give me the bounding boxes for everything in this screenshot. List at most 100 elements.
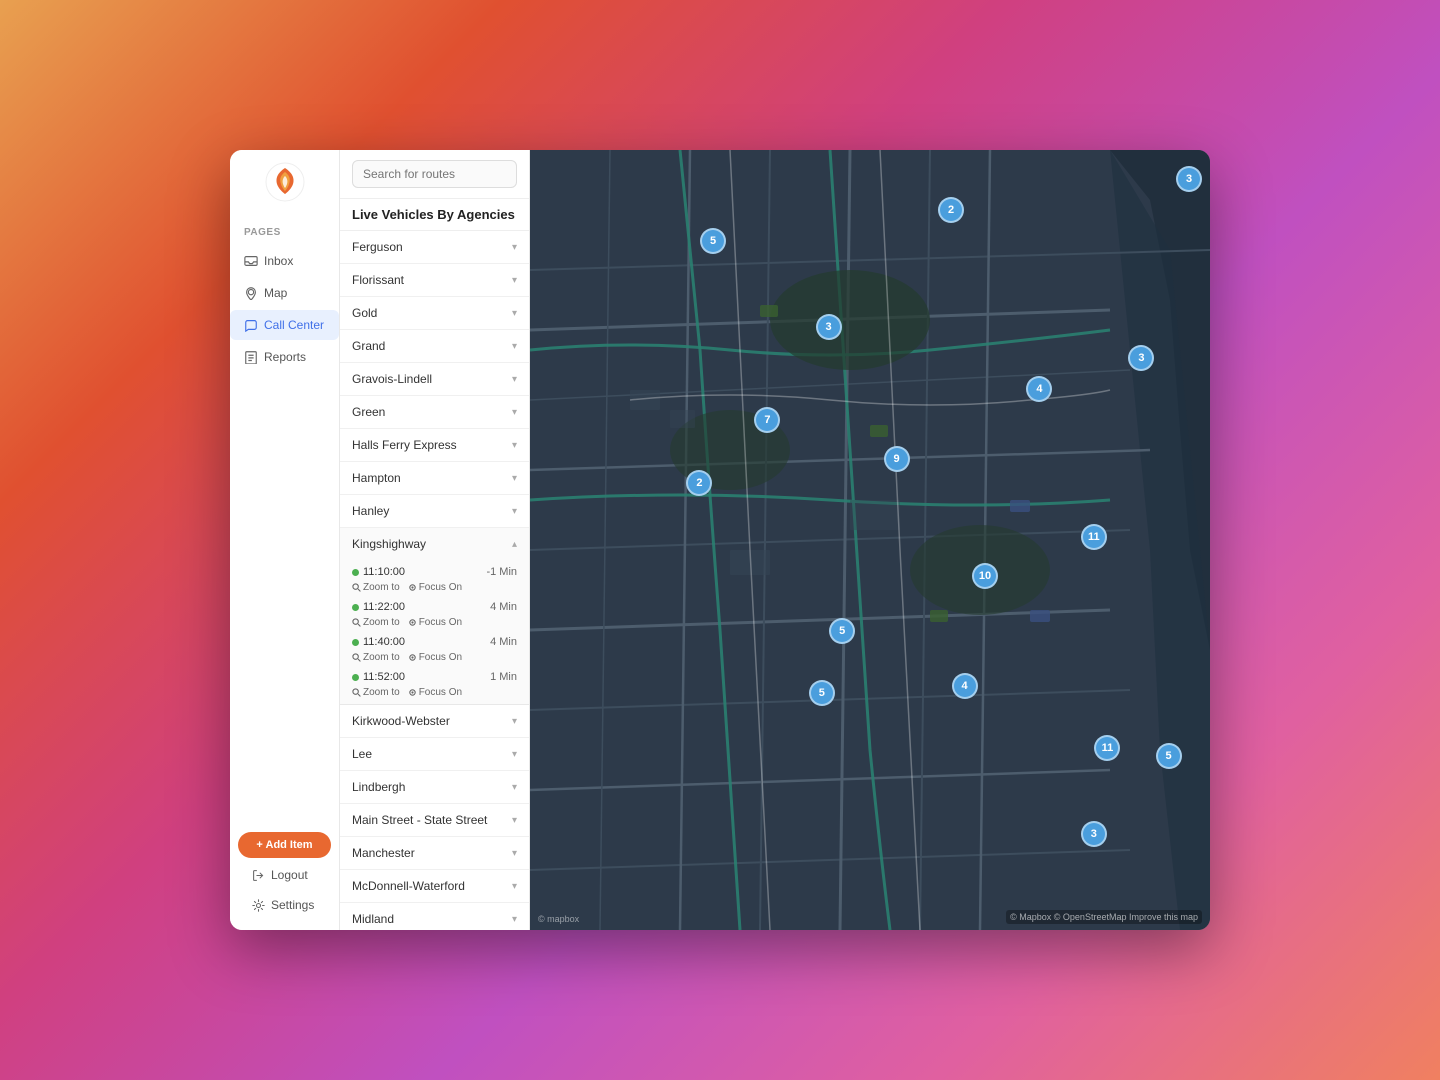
chevron-down-icon: ▾	[512, 716, 517, 727]
focus-icon	[408, 688, 417, 697]
vehicle-time: 11:22:00	[363, 601, 405, 613]
zoom-to-button[interactable]: Zoom to	[352, 687, 400, 698]
reports-label: Reports	[264, 350, 306, 364]
focus-icon	[408, 653, 417, 662]
map-cluster[interactable]: 4	[952, 673, 978, 699]
vehicle-time: 11:52:00	[363, 671, 405, 683]
map-cluster[interactable]: 2	[686, 470, 712, 496]
route-item-ferguson[interactable]: Ferguson ▾	[340, 231, 529, 264]
inbox-icon	[244, 254, 258, 268]
settings-button[interactable]: Settings	[238, 892, 331, 918]
route-item-main-state[interactable]: Main Street - State Street ▾	[340, 804, 529, 837]
status-dot	[352, 604, 359, 611]
route-label: Hanley	[352, 504, 389, 518]
chevron-down-icon: ▾	[512, 782, 517, 793]
chevron-down-icon: ▾	[512, 308, 517, 319]
vehicle-entry: 11:40:00 4 Min Zoom to	[340, 630, 529, 665]
map-attribution: © Mapbox © OpenStreetMap Improve this ma…	[1006, 910, 1202, 924]
route-label: Gravois-Lindell	[352, 372, 432, 386]
map-area[interactable]: 2 5 3 3 4 7 9 2 11 10 5 4 5 5 11 3 3 © m…	[530, 150, 1210, 930]
inbox-label: Inbox	[264, 254, 293, 268]
chevron-up-icon: ▴	[512, 539, 517, 550]
map-cluster[interactable]: 3	[1081, 821, 1107, 847]
sidebar-item-reports[interactable]: Reports	[230, 342, 339, 372]
settings-label: Settings	[271, 898, 314, 912]
map-label: Map	[264, 286, 287, 300]
chevron-down-icon: ▾	[512, 275, 517, 286]
sidebar-item-inbox[interactable]: Inbox	[230, 246, 339, 276]
route-item-hanley[interactable]: Hanley ▾	[340, 495, 529, 528]
search-input[interactable]	[352, 160, 517, 188]
zoom-to-button[interactable]: Zoom to	[352, 617, 400, 628]
route-item-mcdonnell-waterford[interactable]: McDonnell-Waterford ▾	[340, 870, 529, 903]
focus-on-button[interactable]: Focus On	[408, 617, 462, 628]
sidebar-bottom: + Add Item Logout Settings	[230, 832, 339, 918]
add-item-button[interactable]: + Add Item	[238, 832, 331, 858]
vehicle-min: 4 Min	[490, 636, 517, 648]
add-item-label: + Add Item	[256, 839, 312, 851]
focus-icon	[408, 583, 417, 592]
chevron-down-icon: ▾	[512, 242, 517, 253]
map-icon	[244, 286, 258, 300]
sidebar-item-call-center[interactable]: Call Center	[230, 310, 339, 340]
vehicle-min: 4 Min	[490, 601, 517, 613]
status-dot	[352, 674, 359, 681]
route-item-gold[interactable]: Gold ▾	[340, 297, 529, 330]
route-item-kingshighway[interactable]: Kingshighway ▴	[340, 528, 529, 560]
map-cluster[interactable]: 5	[809, 680, 835, 706]
route-item-halls-ferry[interactable]: Halls Ferry Express ▾	[340, 429, 529, 462]
route-item-green[interactable]: Green ▾	[340, 396, 529, 429]
logout-button[interactable]: Logout	[238, 862, 331, 888]
vehicle-entry: 11:52:00 1 Min Zoom to	[340, 665, 529, 700]
map-cluster[interactable]: 3	[1176, 166, 1202, 192]
route-item-midland[interactable]: Midland ▾	[340, 903, 529, 930]
map-cluster[interactable]: 2	[938, 197, 964, 223]
map-cluster[interactable]: 5	[829, 618, 855, 644]
zoom-icon	[352, 583, 361, 592]
pages-label: Pages	[230, 227, 281, 238]
route-label: Halls Ferry Express	[352, 438, 457, 452]
kingshighway-vehicles: 11:10:00 -1 Min Zoom to	[340, 560, 529, 705]
route-list: Ferguson ▾ Florissant ▾ Gold ▾ Grand ▾ G…	[340, 231, 529, 930]
route-item-grand[interactable]: Grand ▾	[340, 330, 529, 363]
zoom-icon	[352, 618, 361, 627]
zoom-to-button[interactable]: Zoom to	[352, 652, 400, 663]
mapbox-logo: © mapbox	[538, 914, 579, 924]
map-cluster[interactable]: 5	[1156, 743, 1182, 769]
route-label: Green	[352, 405, 385, 419]
focus-on-button[interactable]: Focus On	[408, 687, 462, 698]
zoom-icon	[352, 653, 361, 662]
vehicle-time: 11:10:00	[363, 566, 405, 578]
vehicle-min: 1 Min	[490, 671, 517, 683]
focus-on-button[interactable]: Focus On	[408, 652, 462, 663]
map-cluster[interactable]: 3	[816, 314, 842, 340]
route-item-gravois-lindell[interactable]: Gravois-Lindell ▾	[340, 363, 529, 396]
route-item-lindbergh[interactable]: Lindbergh ▾	[340, 771, 529, 804]
route-label: Kirkwood-Webster	[352, 714, 450, 728]
chevron-down-icon: ▾	[512, 473, 517, 484]
call-center-icon	[244, 318, 258, 332]
route-item-kirkwood-webster[interactable]: Kirkwood-Webster ▾	[340, 705, 529, 738]
zoom-to-button[interactable]: Zoom to	[352, 582, 400, 593]
chevron-down-icon: ▾	[512, 506, 517, 517]
focus-on-button[interactable]: Focus On	[408, 582, 462, 593]
focus-icon	[408, 618, 417, 627]
map-cluster[interactable]: 11	[1081, 524, 1107, 550]
route-item-manchester[interactable]: Manchester ▾	[340, 837, 529, 870]
chevron-down-icon: ▾	[512, 341, 517, 352]
vehicle-entry: 11:22:00 4 Min Zoom to	[340, 595, 529, 630]
vehicle-entry: 11:10:00 -1 Min Zoom to	[340, 560, 529, 595]
panel-title: Live Vehicles By Agencies	[340, 199, 529, 231]
chevron-down-icon: ▾	[512, 440, 517, 451]
route-item-lee[interactable]: Lee ▾	[340, 738, 529, 771]
map-cluster[interactable]: 5	[700, 228, 726, 254]
logout-icon	[252, 869, 265, 882]
map-cluster[interactable]: 9	[884, 446, 910, 472]
status-dot	[352, 569, 359, 576]
route-item-florissant[interactable]: Florissant ▾	[340, 264, 529, 297]
sidebar-item-map[interactable]: Map	[230, 278, 339, 308]
route-label: Midland	[352, 912, 394, 926]
reports-icon	[244, 350, 258, 364]
route-item-hampton[interactable]: Hampton ▾	[340, 462, 529, 495]
route-label: Lindbergh	[352, 780, 405, 794]
